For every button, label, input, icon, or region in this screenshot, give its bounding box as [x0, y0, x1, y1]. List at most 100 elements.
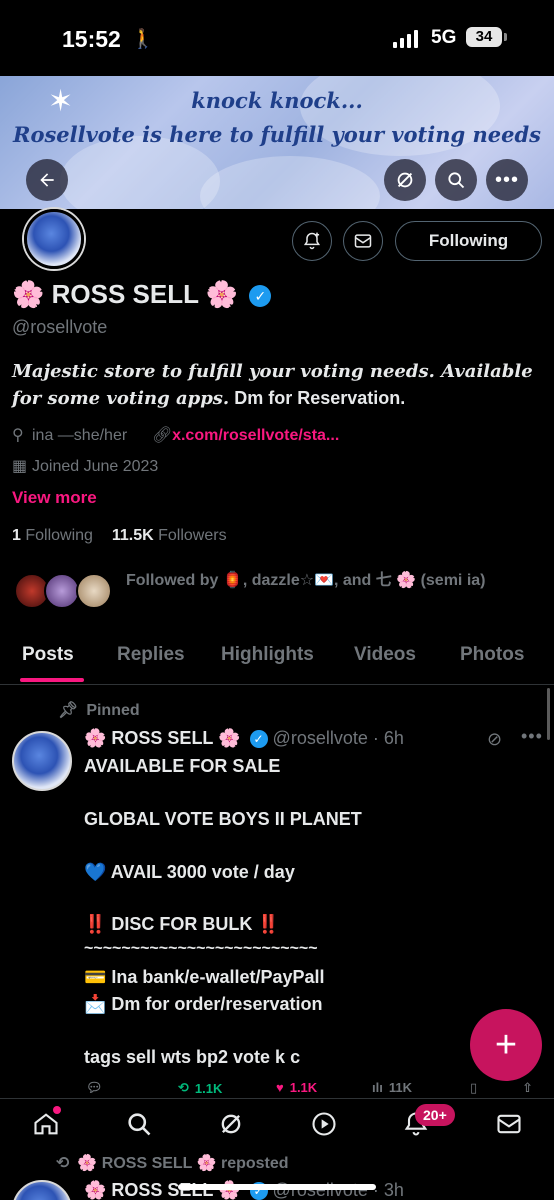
following-button[interactable]: Following — [395, 221, 542, 261]
post-line: AVAILABLE FOR SALE — [84, 756, 281, 776]
display-name: 🌸 ROSS SELL 🌸 — [12, 279, 239, 309]
heart-icon: ♥ — [276, 1080, 284, 1095]
post-author-handle[interactable]: @rosellvote · 6h — [273, 728, 404, 748]
more-options-button[interactable]: ••• — [486, 159, 528, 201]
active-tab-indicator — [20, 678, 84, 682]
link-icon: 🔗︎ — [152, 427, 173, 444]
nav-search[interactable] — [123, 1108, 155, 1140]
following-count-link[interactable]: 1 Following — [12, 527, 93, 544]
message-button[interactable] — [343, 221, 383, 261]
profile-name-row: 🌸 ROSS SELL 🌸 ✓ — [12, 279, 272, 310]
back-button[interactable] — [26, 159, 68, 201]
followers-count-link[interactable]: 11.5K Followers — [112, 527, 227, 544]
post-header: 🌸 ROSS SELL 🌸 ✓ @rosellvote · 6h — [84, 728, 404, 749]
post-author-handle[interactable]: @rosellvote · 3h — [273, 1180, 404, 1200]
post-author-name[interactable]: 🌸 ROSS SELL 🌸 — [84, 728, 241, 748]
notifications-badge: 20+ — [415, 1104, 455, 1126]
bookmark-button[interactable]: ▯ — [470, 1080, 477, 1096]
more-dots-icon: ••• — [494, 168, 519, 191]
verified-badge-icon[interactable]: ✓ — [249, 285, 272, 308]
nav-video[interactable] — [308, 1108, 340, 1140]
status-bar: 15:52 🚶 5G 34 — [0, 0, 554, 76]
reply-icon: 💬︎ — [86, 1080, 103, 1095]
location-text: ina —she/her — [32, 427, 128, 444]
post-author-name[interactable]: 🌸 ROSS SELL 🌸 — [84, 1180, 241, 1200]
bookmark-icon: ▯ — [470, 1080, 478, 1095]
status-time: 15:52 — [62, 26, 121, 52]
repost-icon: ⟲ — [178, 1080, 189, 1095]
scrollbar[interactable] — [547, 688, 550, 740]
notify-button[interactable] — [292, 221, 332, 261]
tab-posts[interactable]: Posts — [22, 644, 74, 666]
post-author-avatar[interactable] — [12, 731, 72, 791]
plus-icon: + — [494, 1023, 518, 1066]
play-icon — [312, 1112, 336, 1136]
banner-line-2: Rosellvote is here to fulfill your votin… — [13, 122, 541, 147]
envelope-icon — [497, 1114, 521, 1134]
arrow-left-icon — [40, 173, 54, 187]
like-button[interactable]: ♥ 1.1K — [276, 1080, 317, 1095]
joined-row: ▦ Joined June 2023 — [12, 456, 158, 476]
tab-highlights[interactable]: Highlights — [221, 644, 314, 666]
bottom-nav — [0, 1098, 554, 1154]
profile-link[interactable]: x.com/rosellvote/sta... — [172, 427, 339, 444]
post-line: 📩 Dm for order/reservation — [84, 994, 323, 1014]
tabs-divider — [0, 684, 554, 685]
bell-plus-icon — [303, 232, 321, 250]
tab-replies[interactable]: Replies — [117, 644, 185, 666]
home-unread-dot — [53, 1106, 61, 1114]
repost-indicator: ⟲ 🌸 ROSS SELL 🌸 reposted — [56, 1155, 289, 1172]
nav-messages[interactable] — [493, 1108, 525, 1140]
repost-icon: ⟲ — [56, 1155, 70, 1172]
profile-avatar[interactable] — [24, 209, 84, 269]
grok-icon — [221, 1114, 241, 1134]
follower-avatar — [76, 573, 112, 609]
follower-avatar — [44, 573, 80, 609]
pin-icon: 📌︎ — [58, 702, 79, 719]
repost-button[interactable]: ⟲ 1.1K — [178, 1080, 222, 1096]
post-line: tags sell wts bp2 vote k c — [84, 1047, 301, 1067]
calendar-icon: ▦ — [12, 458, 28, 475]
followed-by-text[interactable]: Followed by 🏮, dazzle☆💌, and 七 🌸 (semi i… — [126, 567, 546, 594]
banner-line-1: knock knock... — [191, 88, 363, 113]
reply-button[interactable]: 💬︎ — [86, 1080, 103, 1096]
follow-counts: 1 Following 11.5K Followers — [12, 527, 227, 545]
post-author-avatar[interactable] — [12, 1180, 72, 1200]
compose-button[interactable]: + — [470, 1009, 542, 1081]
search-icon — [448, 172, 465, 189]
grok-button[interactable] — [384, 159, 426, 201]
pinned-indicator: 📌︎ Pinned — [58, 702, 140, 719]
search-icon — [128, 1113, 151, 1136]
battery-icon: 34 — [466, 27, 507, 47]
home-indicator — [178, 1184, 376, 1190]
post-more-icon[interactable]: ••• — [521, 726, 543, 747]
person-icon: 🚶 — [131, 29, 155, 50]
home-icon — [34, 1113, 58, 1135]
grok-icon — [397, 172, 413, 188]
signal-icon — [393, 30, 418, 48]
joined-text: Joined June 2023 — [32, 458, 159, 475]
profile-handle: @rosellvote — [12, 317, 108, 337]
tab-videos[interactable]: Videos — [354, 644, 416, 666]
grok-icon[interactable]: ⊘ — [487, 729, 502, 750]
post-line: ~~~~~~~~~~~~~~~~~~~~~~~~~ — [84, 940, 318, 957]
next-post-header: 🌸 ROSS SELL 🌸 ✓ @rosellvote · 3h — [84, 1180, 404, 1200]
post-line: 💙 AVAIL 3000 vote / day — [84, 862, 295, 882]
view-more-link[interactable]: View more — [12, 488, 97, 508]
post-line: ‼️ DISC FOR BULK ‼️ — [84, 914, 280, 934]
share-icon: ⇧ — [522, 1080, 533, 1095]
envelope-icon — [354, 234, 372, 248]
post-line: GLOBAL VOTE BOYS II PLANET — [84, 809, 362, 829]
nav-grok[interactable] — [215, 1108, 247, 1140]
profile-meta-row: ⚲ ina —she/her 🔗︎x.com/rosellvote/sta... — [12, 425, 339, 445]
tab-photos[interactable]: Photos — [460, 644, 524, 666]
location-pin-icon: ⚲ — [12, 427, 24, 444]
profile-bio: Majestic store to fulfill your voting ne… — [12, 358, 542, 412]
bar-chart-icon: ılı — [372, 1080, 383, 1095]
search-button[interactable] — [435, 159, 477, 201]
verified-badge-icon: ✓ — [249, 730, 268, 749]
views-button[interactable]: ılı 11K — [372, 1080, 412, 1095]
bio-plain-text: Dm for Reservation. — [229, 388, 406, 408]
share-button[interactable]: ⇧ — [522, 1080, 533, 1096]
post-line: 💳 Ina bank/e-wallet/PayPall — [84, 967, 325, 987]
